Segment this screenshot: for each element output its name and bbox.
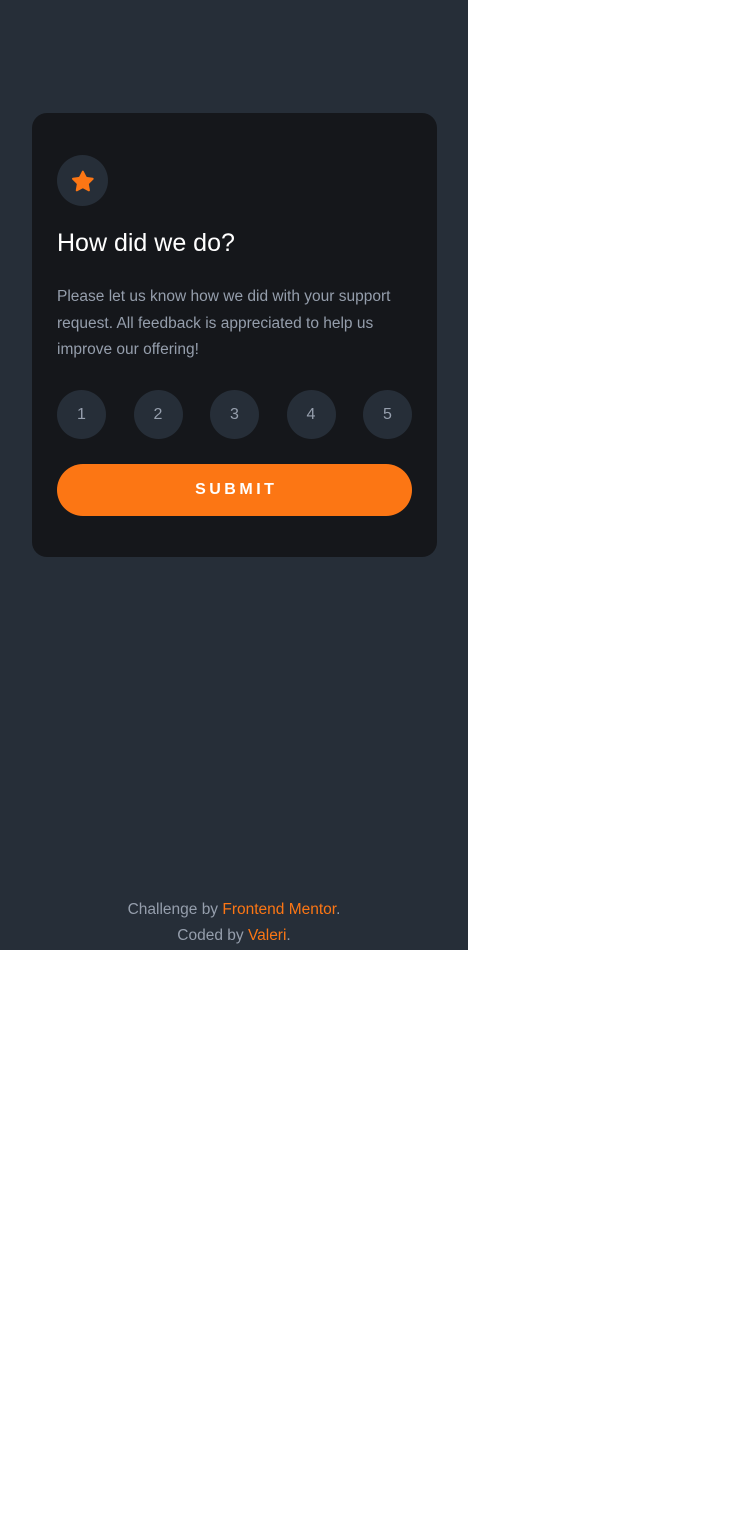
rating-card: How did we do? Please let us know how we… [32,113,437,557]
author-link[interactable]: Valeri [248,927,286,944]
attribution-challenge-prefix: Challenge by [127,901,223,918]
star-badge [57,155,108,206]
attribution-line-coded: Coded by Valeri. [0,923,468,949]
attribution-footer: Challenge by Frontend Mentor. Coded by V… [0,897,468,949]
rating-button-5[interactable]: 5 [363,390,412,439]
rating-options: 1 2 3 4 5 [57,390,412,439]
frontend-mentor-link[interactable]: Frontend Mentor [222,901,336,918]
star-icon [71,170,94,191]
attribution-challenge-suffix: . [336,901,341,918]
submit-button[interactable]: SUBMIT [57,464,412,516]
rating-button-1[interactable]: 1 [57,390,106,439]
rating-button-2[interactable]: 2 [133,390,183,439]
attribution-coded-prefix: Coded by [177,927,248,944]
card-title: How did we do? [57,229,235,257]
attribution-line-challenge: Challenge by Frontend Mentor. [0,897,468,923]
rating-button-3[interactable]: 3 [210,390,259,439]
rating-button-4[interactable]: 4 [286,390,336,439]
attribution-coded-suffix: . [286,927,291,944]
card-description: Please let us know how we did with your … [57,288,391,358]
page-background: How did we do? Please let us know how we… [0,0,468,950]
